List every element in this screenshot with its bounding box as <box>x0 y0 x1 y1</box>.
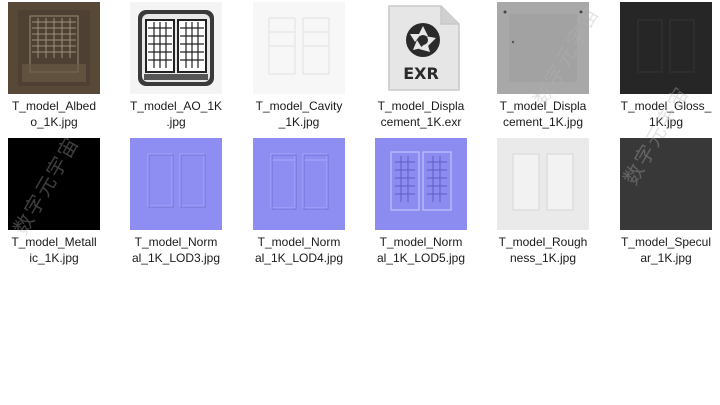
file-name: T_model_Cavity _1K.jpg <box>255 99 343 129</box>
normal-lod5-thumbnail <box>375 138 467 230</box>
exr-badge: EXR <box>403 64 439 83</box>
gloss-thumbnail <box>620 2 712 94</box>
albedo-thumbnail <box>8 2 100 94</box>
file-name: T_model_Displa cement_1K.jpg <box>499 99 587 129</box>
roughness-thumbnail <box>497 138 589 230</box>
file-name: T_model_Norm al_1K_LOD3.jpg <box>131 235 221 265</box>
exr-file-icon: EXR <box>375 2 467 94</box>
displacement-thumbnail <box>497 2 589 94</box>
cavity-thumbnail <box>253 2 345 94</box>
normal-lod3-thumbnail <box>130 138 222 230</box>
specular-thumbnail <box>620 138 712 230</box>
file-name: T_model_Albed o_1K.jpg <box>11 99 97 129</box>
ao-thumbnail <box>130 2 222 94</box>
file-name: T_model_Rough ness_1K.jpg <box>498 235 588 265</box>
file-name: T_model_Metall ic_1K.jpg <box>11 235 97 265</box>
file-grid: T_model_Albed o_1K.jpg T_model_AO_1K .jp… <box>0 0 720 405</box>
normal-lod4-thumbnail <box>253 138 345 230</box>
file-name: T_model_Displa cement_1K.exr <box>377 99 465 129</box>
file-name: T_model_AO_1K .jpg <box>129 99 223 129</box>
file-name: T_model_Specul ar_1K.jpg <box>620 235 712 265</box>
file-name: T_model_Norm al_1K_LOD4.jpg <box>254 235 344 265</box>
file-name: T_model_Gloss_ 1K.jpg <box>620 99 712 129</box>
metallic-thumbnail <box>8 138 100 230</box>
file-name: T_model_Norm al_1K_LOD5.jpg <box>376 235 466 265</box>
